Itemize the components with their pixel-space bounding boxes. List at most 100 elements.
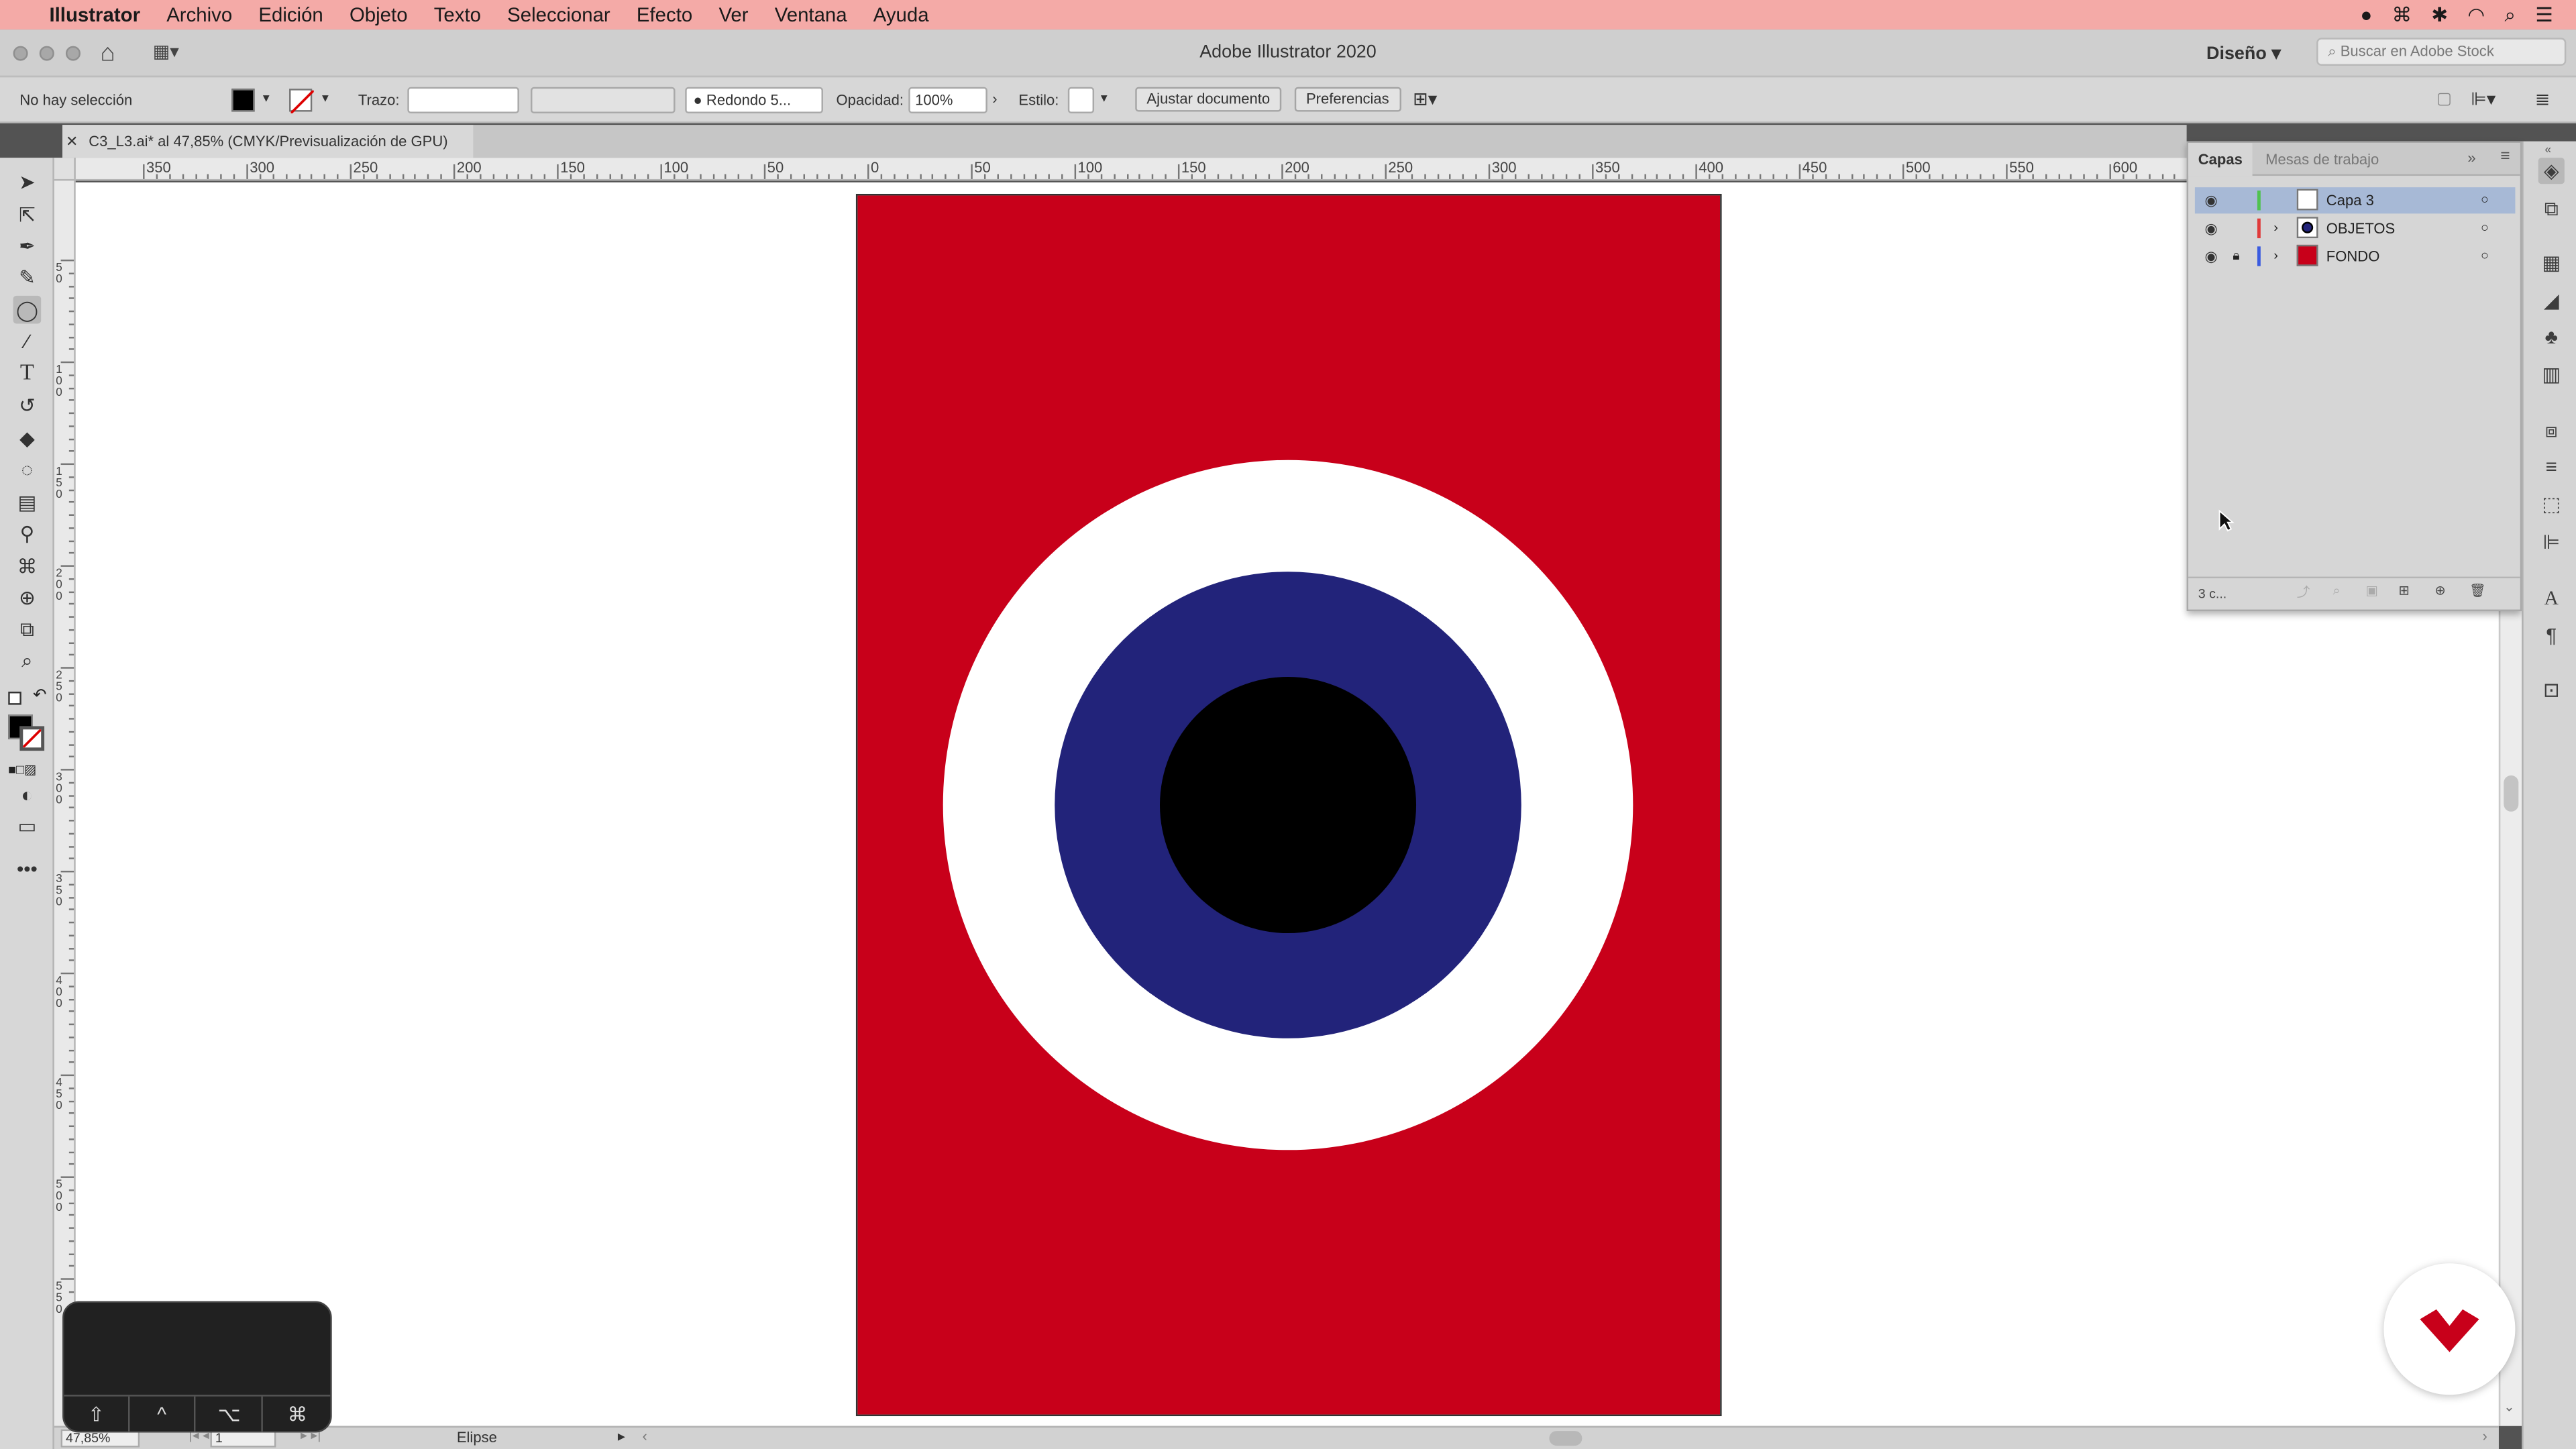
- stroke-swatch[interactable]: [289, 89, 315, 115]
- eraser-tool-icon[interactable]: ◆: [13, 424, 42, 452]
- ellipse-tool-icon[interactable]: ◯: [13, 295, 42, 324]
- swatches-icon[interactable]: ▦: [2538, 250, 2565, 276]
- menu-edicion[interactable]: Edición: [258, 3, 323, 26]
- artboard-tool-icon[interactable]: ⧉: [13, 616, 42, 644]
- target-icon[interactable]: ○: [2481, 243, 2489, 269]
- shape-builder-tool-icon[interactable]: ⊕: [13, 583, 42, 611]
- drawing-modes-icon[interactable]: ◐: [13, 780, 42, 808]
- menu-efecto[interactable]: Efecto: [637, 3, 692, 26]
- blend-tool-icon[interactable]: ⌘: [13, 552, 42, 580]
- horizontal-scroll-thumb[interactable]: [1549, 1431, 1582, 1446]
- pathfinder-icon[interactable]: ⧈: [2538, 417, 2565, 443]
- visibility-eye-icon[interactable]: ◉: [2205, 215, 2218, 241]
- visibility-eye-icon[interactable]: ◉: [2205, 243, 2218, 269]
- new-layer-icon[interactable]: ⊕: [2434, 583, 2445, 598]
- collapse-panel-icon[interactable]: »: [2467, 150, 2475, 166]
- screen-mode-icon[interactable]: ▭: [13, 812, 42, 840]
- menu-texto[interactable]: Texto: [434, 3, 481, 26]
- locate-object-icon[interactable]: ⌕: [2333, 583, 2341, 599]
- zoom-tool-icon[interactable]: ⌕: [13, 647, 42, 676]
- menu-ventana[interactable]: Ventana: [775, 3, 847, 26]
- chevron-right-icon[interactable]: ›: [2273, 215, 2278, 241]
- horizontal-ruler[interactable]: 350 300 250 200 150 100 50 0 50 100 150 200 250 300 35…: [75, 158, 2499, 181]
- document-tab[interactable]: ✕ C3_L3.ai* al 47,85% (CMYK/Previsualiza…: [62, 125, 474, 158]
- chevron-down-icon[interactable]: ▾: [263, 91, 270, 105]
- paintbrush-tool-icon[interactable]: ∕: [13, 327, 42, 355]
- layer-row-fondo[interactable]: ◉ 🔒︎ › FONDO ○: [2195, 243, 2516, 269]
- close-icon[interactable]: ✕: [66, 125, 78, 158]
- stroke-weight-input[interactable]: [407, 87, 519, 113]
- properties-icon[interactable]: ⊡: [2538, 677, 2565, 703]
- target-icon[interactable]: ○: [2481, 215, 2489, 241]
- fill-swatch[interactable]: [231, 89, 255, 112]
- chevron-down-icon[interactable]: ▾: [1101, 91, 1108, 105]
- direct-selection-tool-icon[interactable]: ⇱: [13, 201, 42, 229]
- layer-name[interactable]: FONDO: [2326, 243, 2380, 269]
- layer-row-capa-3[interactable]: ◉ Capa 3 ○: [2194, 187, 2516, 214]
- transform-icon[interactable]: ⬚: [2538, 491, 2565, 517]
- menu-ayuda[interactable]: Ayuda: [873, 3, 929, 26]
- control-center-icon[interactable]: ☰: [2535, 3, 2553, 26]
- gradient-icon[interactable]: ▥: [2538, 362, 2565, 388]
- bluetooth-icon[interactable]: ✱: [2431, 3, 2448, 26]
- tab-mesas-de-trabajo[interactable]: Mesas de trabajo: [2255, 143, 2388, 176]
- record-icon[interactable]: ●: [2360, 3, 2372, 26]
- libraries-icon[interactable]: ⧉: [2538, 195, 2565, 221]
- eyedropper-tool-icon[interactable]: ⚲: [13, 519, 42, 547]
- layer-name[interactable]: OBJETOS: [2326, 215, 2396, 241]
- collect-export-icon[interactable]: ⤴: [2297, 583, 2310, 601]
- color-mode-icon[interactable]: ■□▨: [8, 762, 36, 777]
- character-icon[interactable]: A: [2538, 585, 2565, 611]
- variable-width-profile[interactable]: [531, 87, 676, 113]
- chevron-right-icon[interactable]: ›: [2273, 243, 2278, 269]
- stock-search-input[interactable]: ⌕ Buscar en Adobe Stock: [2316, 38, 2567, 66]
- panel-menu-icon[interactable]: ≣: [2535, 89, 2551, 110]
- canvas[interactable]: [75, 182, 2499, 1426]
- clipping-mask-icon[interactable]: ▣: [2366, 583, 2379, 598]
- ruler-origin[interactable]: [54, 158, 76, 181]
- scroll-right-icon[interactable]: ›: [2482, 1428, 2487, 1444]
- status-menu-icon[interactable]: ▸: [618, 1428, 625, 1446]
- menu-ver[interactable]: Ver: [718, 3, 748, 26]
- spotlight-icon[interactable]: ⌕: [2505, 3, 2516, 28]
- curvature-tool-icon[interactable]: ✎: [13, 263, 42, 291]
- brush-definition-select[interactable]: ● Redondo 5...: [685, 87, 823, 113]
- visibility-eye-icon[interactable]: ◉: [2205, 187, 2218, 213]
- transform-icon[interactable]: ▢: [2436, 91, 2452, 109]
- align-icon[interactable]: ⊫▾: [2471, 89, 2496, 110]
- vertical-ruler[interactable]: 50 100 150 200 250 300 350 400 450 500 550: [54, 180, 76, 1426]
- wifi-icon[interactable]: ◠: [2467, 3, 2485, 26]
- opacity-input[interactable]: 100%: [908, 87, 987, 113]
- pen-tool-icon[interactable]: ✒: [13, 231, 42, 260]
- type-tool-icon[interactable]: T: [13, 360, 42, 388]
- black-center-circle[interactable]: [1159, 676, 1417, 934]
- more-tools-icon[interactable]: •••: [13, 854, 42, 882]
- menu-seleccionar[interactable]: Seleccionar: [507, 3, 610, 26]
- stroke-color-swatch[interactable]: [19, 726, 45, 751]
- chevron-down-icon[interactable]: ▾: [322, 91, 329, 105]
- stroke-icon[interactable]: ≡: [2538, 453, 2565, 480]
- new-sublayer-icon[interactable]: ⊞: [2399, 583, 2410, 598]
- align-icon[interactable]: ⊫: [2538, 529, 2565, 555]
- gradient-tool-icon[interactable]: ▤: [13, 488, 42, 516]
- preferences-button[interactable]: Preferencias: [1294, 87, 1401, 112]
- layer-name[interactable]: Capa 3: [2326, 187, 2374, 213]
- chevron-right-icon[interactable]: ›: [992, 91, 997, 107]
- selection-tool-icon[interactable]: ➤: [13, 168, 42, 196]
- workspace-switcher[interactable]: Diseño ▾: [2206, 43, 2281, 64]
- vertical-scroll-thumb[interactable]: [2504, 775, 2519, 812]
- tab-capas[interactable]: Capas: [2188, 143, 2253, 176]
- menu-app-illustrator[interactable]: Illustrator: [49, 3, 140, 26]
- brushes-icon[interactable]: ◢: [2538, 288, 2565, 314]
- swap-colors-icon[interactable]: ↶: [33, 687, 47, 705]
- default-colors-icon[interactable]: [8, 692, 21, 705]
- collapse-dock-icon[interactable]: «: [2545, 145, 2552, 156]
- command-icon[interactable]: ⌘: [2392, 3, 2412, 26]
- symbols-icon[interactable]: ♣: [2538, 323, 2565, 350]
- target-icon[interactable]: ○: [2481, 187, 2489, 213]
- scroll-left-icon[interactable]: ‹: [643, 1428, 647, 1444]
- layers-icon[interactable]: ◈: [2538, 158, 2565, 184]
- menu-archivo[interactable]: Archivo: [166, 3, 232, 26]
- rotate-tool-icon[interactable]: ↺: [13, 391, 42, 419]
- chevron-down-icon[interactable]: ⌄: [2504, 1400, 2514, 1415]
